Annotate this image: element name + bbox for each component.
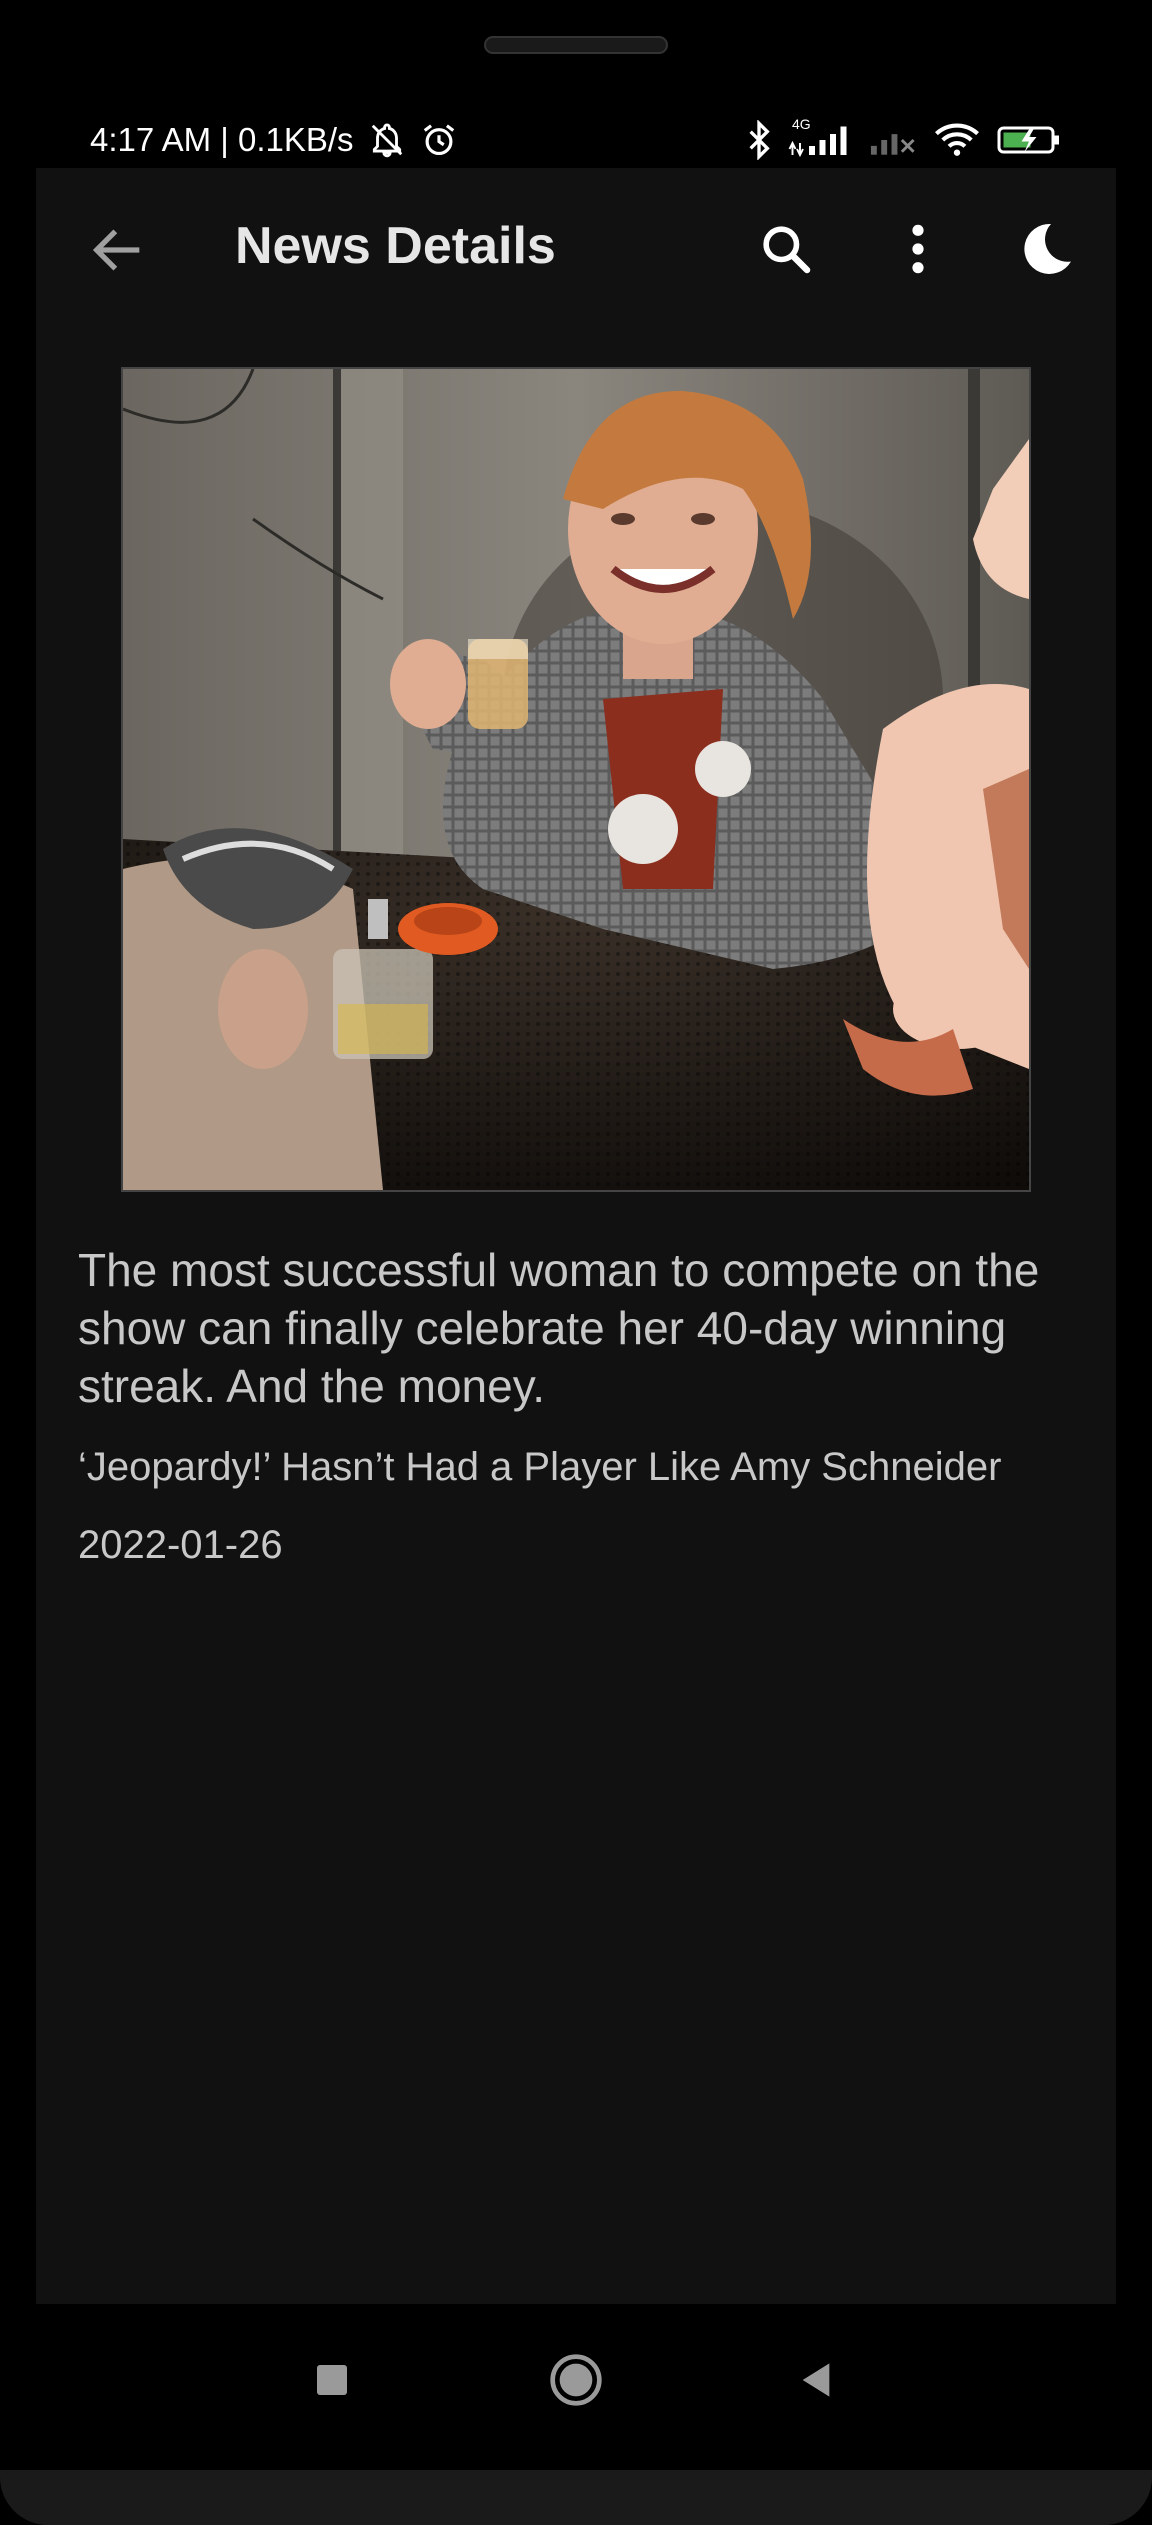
article-photo-illustration — [123, 369, 1029, 1190]
signal-4g-icon: 4G — [788, 116, 854, 158]
triangle-back-icon — [802, 2363, 830, 2397]
alarm-icon — [420, 121, 458, 159]
app-screen: News Details The most successful woman t… — [36, 168, 1116, 2304]
app-bar: News Details — [36, 168, 1116, 328]
bluetooth-icon — [744, 120, 774, 160]
network-type-label: 4G — [792, 116, 811, 132]
arrow-left-icon — [92, 229, 140, 271]
circle-icon — [550, 2354, 602, 2406]
back-nav-button[interactable] — [776, 2340, 856, 2420]
device-frame: 4:17 AM | 0.1KB/s 4G News Details The mo… — [0, 0, 1152, 2525]
earpiece-speaker — [484, 36, 668, 54]
status-right: 4G — [744, 116, 1062, 160]
moon-icon — [1024, 223, 1071, 274]
status-bar: 4:17 AM | 0.1KB/s 4G — [90, 112, 1062, 168]
mute-notification-icon — [368, 121, 406, 159]
bottom-bezel — [0, 2470, 1152, 2525]
status-left: 4:17 AM | 0.1KB/s — [90, 121, 458, 159]
article-content: The most successful woman to compete on … — [78, 1241, 1078, 1568]
article-headline: ‘Jeopardy!’ Hasn’t Had a Player Like Amy… — [78, 1445, 1002, 1489]
more-vertical-icon — [912, 224, 924, 274]
article-image — [121, 367, 1031, 1192]
article-date: 2022-01-26 — [78, 1523, 283, 1567]
home-button[interactable] — [536, 2340, 616, 2420]
wifi-icon — [932, 121, 982, 159]
search-button[interactable] — [751, 214, 821, 284]
signal-no-service-icon — [868, 122, 918, 158]
back-button[interactable] — [86, 218, 150, 282]
article-description: The most successful woman to compete on … — [78, 1244, 1040, 1412]
theme-toggle-button[interactable] — [1011, 214, 1081, 284]
search-icon — [763, 226, 811, 274]
more-options-button[interactable] — [883, 214, 953, 284]
battery-charging-icon — [996, 122, 1062, 158]
status-time: 4:17 AM | 0.1KB/s — [90, 121, 354, 158]
recents-button[interactable] — [292, 2340, 372, 2420]
page-title: News Details — [235, 217, 556, 275]
square-icon — [317, 2365, 347, 2395]
